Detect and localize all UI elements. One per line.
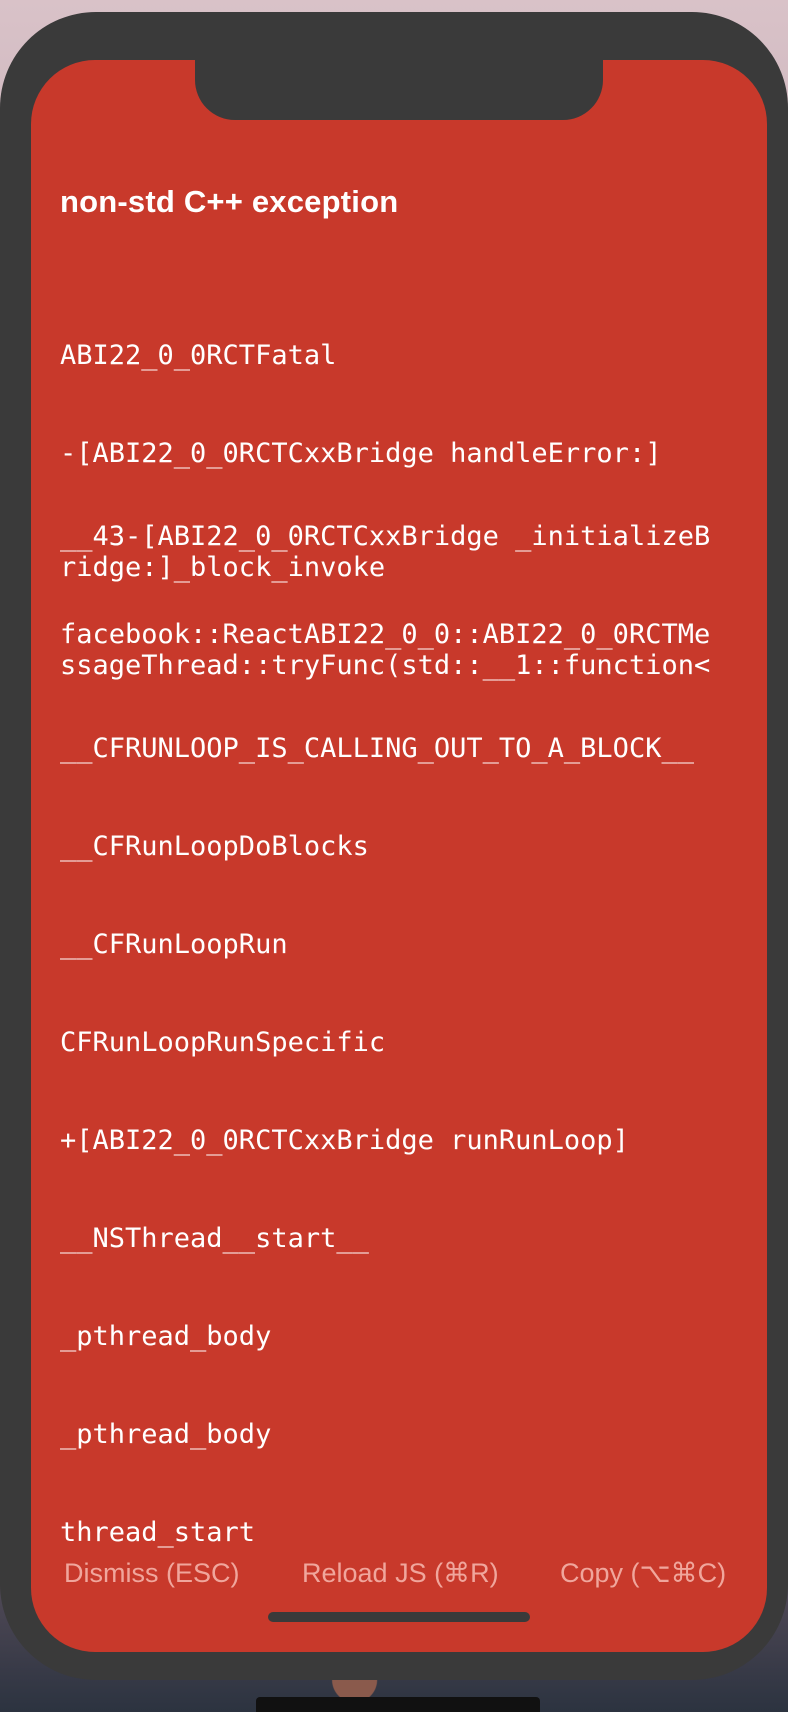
home-indicator[interactable] [268,1612,530,1622]
dismiss-button[interactable]: Dismiss (ESC) [64,1558,240,1589]
copy-button[interactable]: Copy (⌥⌘C) [560,1558,726,1589]
reload-js-button[interactable]: Reload JS (⌘R) [302,1558,499,1589]
action-bar: Dismiss (ESC) Reload JS (⌘R) Copy (⌥⌘C) [31,60,767,1652]
dock-edge [256,1697,540,1712]
